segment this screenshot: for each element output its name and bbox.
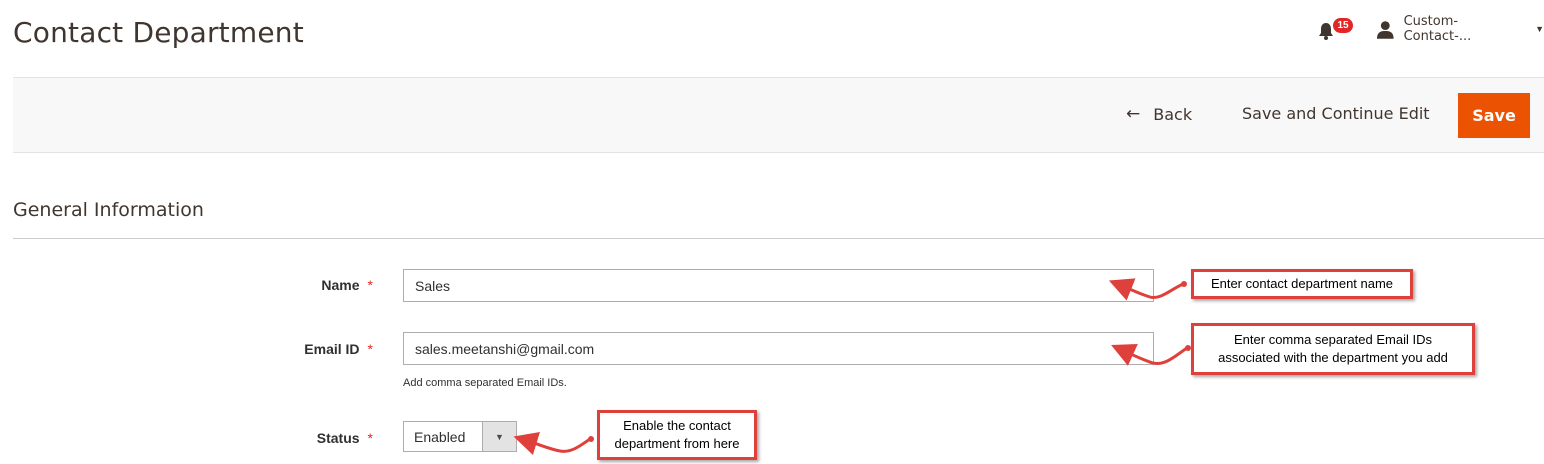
name-callout-text: Enter contact department name xyxy=(1210,276,1394,291)
email-annotation-arrow xyxy=(1111,344,1191,366)
status-callout-line1: Enable the contact xyxy=(623,418,731,433)
name-callout: Enter contact department name xyxy=(1191,269,1413,299)
status-callout: Enable the contact department from here xyxy=(597,410,757,460)
email-callout-line1: Enter comma separated Email IDs xyxy=(1234,332,1432,347)
name-annotation-arrow xyxy=(1108,278,1187,301)
email-callout: Enter comma separated Email IDs associat… xyxy=(1191,323,1475,375)
status-callout-line2: department from here xyxy=(614,436,740,451)
email-callout-line2: associated with the department you add xyxy=(1218,350,1448,365)
annotation-arrows xyxy=(513,278,1191,455)
status-annotation-arrow xyxy=(513,432,594,455)
